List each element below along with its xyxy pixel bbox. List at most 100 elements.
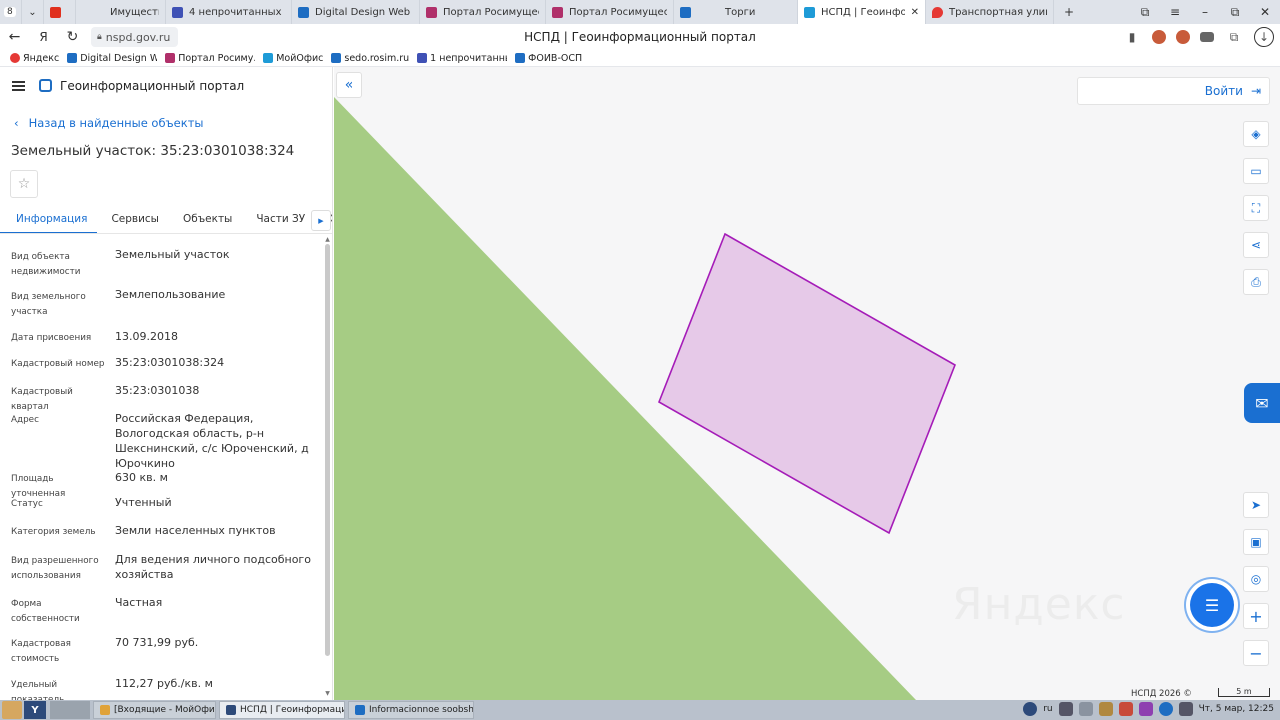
download-icon[interactable]: ↓ [1254,27,1274,47]
bookmark-icon[interactable]: ▮ [1122,27,1142,47]
back-arrow-icon[interactable]: ← [0,24,29,50]
layers-button[interactable]: ◈ [1243,121,1269,147]
extensions-menu-icon[interactable]: ⧉ [1224,27,1244,47]
maximize-icon[interactable]: ⧉ [1220,0,1250,24]
bookmark-item[interactable]: sedo.rosim.ru [331,53,409,64]
bookmark-item[interactable]: ФОИВ-ОСП [515,53,582,64]
feedback-button[interactable]: ✉ [1244,383,1280,423]
bookmark-item[interactable]: Портал Росиму... [165,53,255,64]
browser-tab[interactable] [44,0,76,24]
property-key: Вид объекта недвижимости [11,252,81,277]
address-bar: ← Я ↻ 🔒︎ nspd.gov.ru НСПД | Геоинформаци… [0,24,1280,50]
browser-tab[interactable]: Портал Росимущества [546,0,674,24]
browser-tab[interactable]: Digital Design Web Clier [292,0,420,24]
extension-icon[interactable] [1176,30,1190,44]
taskbar-item[interactable]: [Входящие - МойОфис П... [93,701,216,719]
tabs-scroll-right-button[interactable]: ▶ [311,210,331,231]
property-value: Учтенный [115,496,172,509]
taskbar-item[interactable]: Informacionnoe soobshhe... [348,701,474,719]
measure-button[interactable]: ▭ [1243,158,1269,184]
yandex-tray-icon[interactable] [1023,702,1038,716]
extension-icon[interactable] [1152,30,1166,44]
print-button[interactable]: ⎙ [1243,269,1269,295]
tabs-list-icon[interactable]: ⧉ [1130,0,1160,24]
property-key: Форма собственности [11,599,80,624]
close-window-icon[interactable]: ✕ [1250,0,1280,24]
geolocation-button[interactable]: ◎ [1243,566,1269,592]
browser-tab-active[interactable]: НСПД | Геоинформац ✕ [798,0,926,24]
portal-name: Геоинформационный портал [60,78,245,93]
map-pin-favicon-icon [932,6,943,18]
browser-tab[interactable]: Имущество [76,0,166,24]
favorite-star-button[interactable]: ☆ [10,170,38,198]
portal-logo-link[interactable]: Геоинформационный портал [39,79,244,93]
new-tab-button[interactable]: + [1054,0,1084,24]
collapse-panel-button[interactable]: « [336,72,362,98]
display-tray-icon[interactable] [1178,702,1193,716]
panel-scrollbar[interactable]: ▲ ▼ [324,236,331,700]
bookmark-item[interactable]: Digital Design We [67,53,157,64]
bookmark-item[interactable]: МойОфис [263,53,323,64]
map-canvas[interactable] [334,67,1280,700]
tab-objects[interactable]: Объекты [169,207,242,234]
taskbar-item-label: [Входящие - МойОфис П... [114,705,216,715]
menu-icon[interactable]: ≡ [1160,0,1190,24]
select-area-button[interactable]: ⛶ [1243,195,1269,221]
rosim-favicon-icon [552,6,563,18]
start-menu-icon[interactable] [2,701,22,719]
tab-menu-button[interactable]: ⌄ [22,0,44,24]
back-to-results-link[interactable]: ‹ Назад в найденные объекты [14,116,203,130]
browser-tab[interactable]: Портал Росимущества [420,0,546,24]
clipboard-tray-icon[interactable] [1098,702,1113,716]
scrollbar-thumb[interactable] [325,244,330,656]
login-button[interactable]: Войти ⇥ [1077,77,1270,105]
tab-title: Портал Росимущества [443,6,539,18]
bookmark-item[interactable]: Яндекс [10,53,59,64]
info-tabs: Информация Сервисы Объекты Части ЗУ Сост… [0,207,332,234]
tab-services[interactable]: Сервисы [97,207,169,234]
hp-tray-icon[interactable] [1158,702,1173,716]
printer-icon: ⎙ [1251,274,1261,289]
plus-icon: + [1249,606,1263,626]
app-tray-icon[interactable] [1118,702,1133,716]
volume-tray-icon[interactable] [1078,702,1093,716]
extension-icon[interactable] [1200,32,1214,42]
close-tab-icon[interactable]: ✕ [911,7,919,18]
chat-assistant-button[interactable]: ☰ [1190,583,1234,627]
zoom-in-button[interactable]: + [1243,603,1269,629]
property-value: 13.09.2018 [115,330,178,343]
browser-tab[interactable]: 4 непрочитанных чата [166,0,292,24]
map-copyright: НСПД 2026 © [1131,689,1192,699]
keyboard-layout[interactable]: ru [1043,704,1052,714]
bookmark-label: Digital Design We [80,52,158,64]
network-tray-icon[interactable] [1058,702,1073,716]
minimap-button[interactable]: ▣ [1243,529,1269,555]
share-button[interactable]: ⋖ [1243,232,1269,258]
hamburger-menu-icon[interactable] [12,80,25,91]
minimize-icon[interactable]: – [1190,0,1220,24]
yandex-browser-icon[interactable]: Y [24,701,46,719]
scroll-down-icon[interactable]: ▼ [324,690,331,697]
map-view[interactable]: Яндекс « Войти ⇥ ◈ ▭ ⛶ ⋖ ⎙ ✉ ➤ ▣ ◎ + − ☰… [334,67,1280,700]
tab-info[interactable]: Информация [0,207,98,234]
browser-tab[interactable]: Транспортная улица, 14 [926,0,1054,24]
taskbar-item-active[interactable]: НСПД | Геоинформацио... [219,701,345,719]
property-key: Кадастровый квартал [11,387,73,412]
app-tray-icon[interactable] [1138,702,1153,716]
scroll-up-icon[interactable]: ▲ [324,236,331,243]
locate-button[interactable]: ➤ [1243,492,1269,518]
map-scale-bar: 5 m [1218,688,1270,697]
tab-counter[interactable]: 8 [0,0,22,24]
clock[interactable]: Чт, 5 мар, 12:25 [1199,704,1274,714]
tab-parts[interactable]: Части ЗУ [242,207,315,234]
share-icon: ⋖ [1250,238,1262,252]
dd-favicon-icon [298,6,309,18]
reload-icon[interactable]: ↻ [58,24,87,50]
property-key: Дата присвоения [11,333,92,343]
url-field[interactable]: 🔒︎ nspd.gov.ru [91,27,179,47]
bookmark-item[interactable]: 1 непрочитанный [417,53,507,64]
browser-tab[interactable]: Торги [674,0,798,24]
panel-header: Геоинформационный портал [0,67,332,104]
yandex-icon[interactable]: Я [29,24,58,50]
zoom-out-button[interactable]: − [1243,640,1269,666]
